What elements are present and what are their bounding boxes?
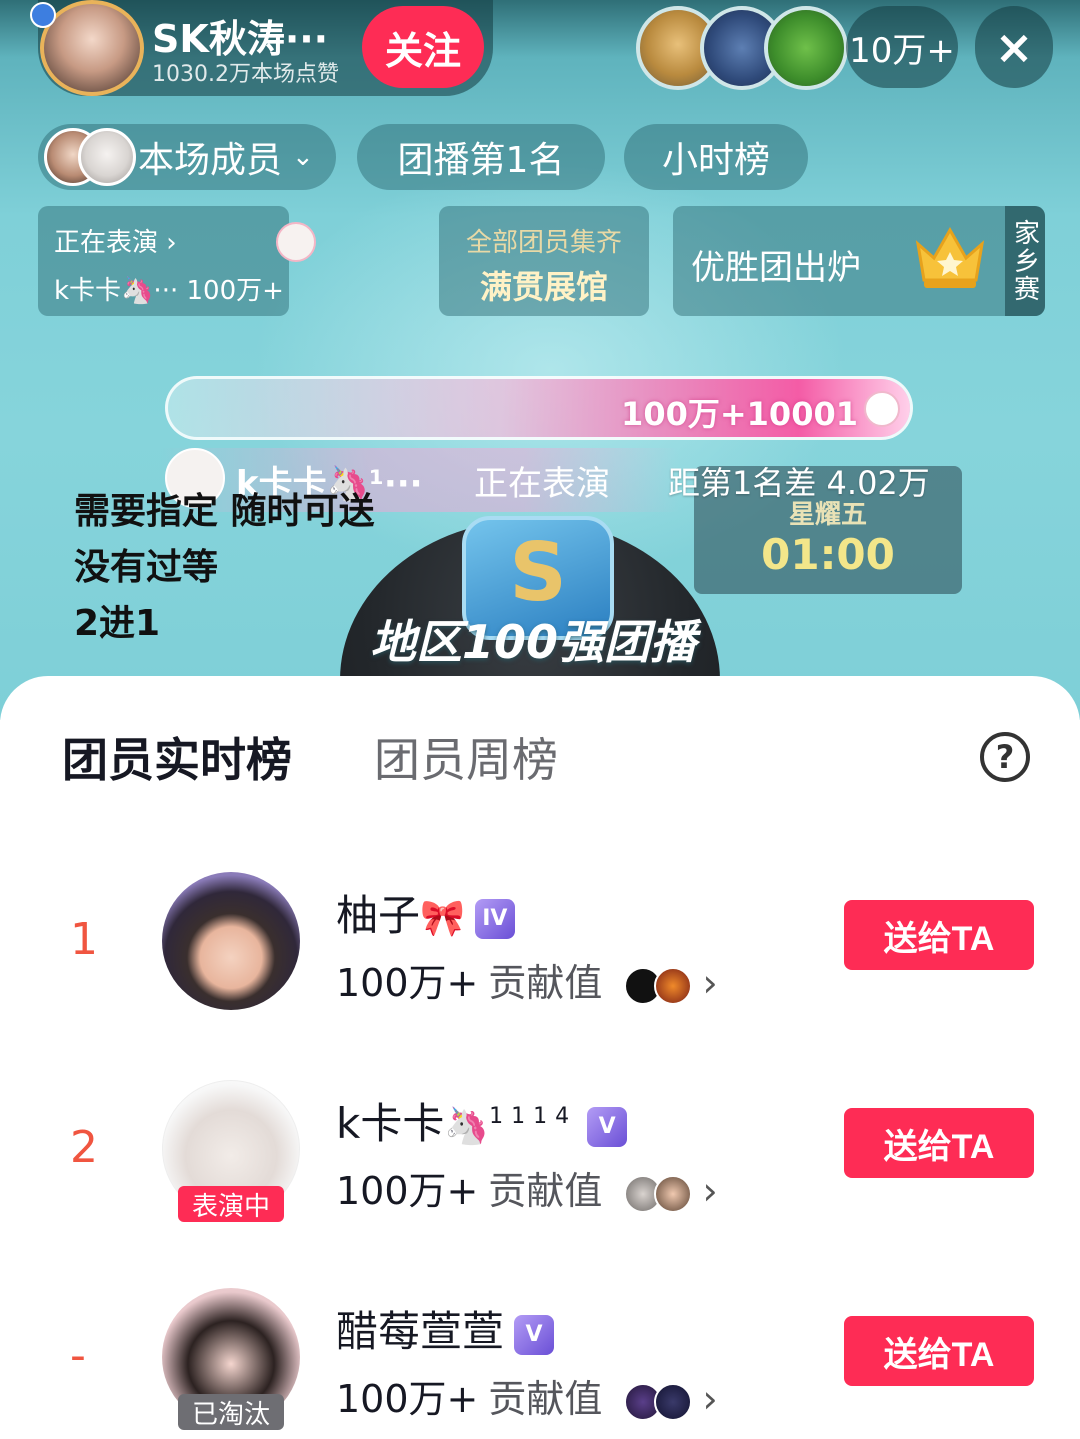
grand-slam-hall-card[interactable]: 全部团员集齐 满贯展馆 <box>439 206 649 316</box>
rank-number: - <box>70 1330 86 1381</box>
hourly-rank-pill[interactable]: 小时榜 <box>624 124 808 190</box>
follow-button[interactable]: 关注 <box>362 6 484 88</box>
host-likes: 1030.2万本场点赞 <box>152 62 339 87</box>
help-icon[interactable]: ? <box>980 732 1030 782</box>
top100-banner: 地区100强团播 <box>370 615 697 669</box>
performing-tag: 表演中 <box>178 1186 284 1222</box>
eliminated-tag: 已淘汰 <box>178 1394 284 1430</box>
winner-group-card[interactable]: 优胜团出炉 <box>673 206 1045 316</box>
level-badge-icon: V <box>587 1106 628 1147</box>
strip-status: 正在表演 <box>474 464 610 504</box>
viewer-count-button[interactable]: 10万+ <box>846 6 958 88</box>
chevron-down-icon: ⌄ <box>292 142 314 172</box>
now-performing-name: k卡卡🦄··· 100万+ <box>54 276 284 306</box>
send-gift-button[interactable]: 送给TA <box>844 1108 1034 1178</box>
contribution-label: 贡献值 <box>488 961 603 1005</box>
name-superscript: 1114 <box>489 1104 578 1129</box>
rank-number: 2 <box>70 1122 98 1173</box>
group-rank-pill[interactable]: 团播第1名 <box>357 124 605 190</box>
member-name[interactable]: 柚子🎀 IV <box>336 882 515 943</box>
contribution-value: 100万+ <box>336 1377 479 1421</box>
host-badge-icon <box>30 2 56 28</box>
chevron-right-icon: › <box>702 961 718 1005</box>
kitty-icon <box>864 391 900 427</box>
rules-text: 需要指定 随时可送 没有过等 2进1 <box>74 484 375 652</box>
host-name: SK秋涛··· <box>152 17 329 61</box>
send-gift-button[interactable]: 送给TA <box>844 900 1034 970</box>
contribution[interactable]: 100万+ 贡献值 › <box>336 1160 718 1215</box>
list-item: 1 柚子🎀 IV 100万+ 贡献值 › 送给TA <box>0 872 1080 1032</box>
member-name[interactable]: k卡卡🦄1114 V <box>336 1090 628 1151</box>
contribution-value: 100万+ <box>336 961 479 1005</box>
progress-text: 100万+10001 <box>621 395 858 433</box>
member-name-text: 醋莓萱萱 <box>336 1307 505 1356</box>
member-name-text: 柚子 <box>336 891 421 940</box>
contribution-label: 贡献值 <box>488 1169 603 1213</box>
members-dropdown[interactable]: 本场成员 ⌄ <box>38 124 336 190</box>
close-icon[interactable]: × <box>975 6 1053 88</box>
hometown-contest-tag[interactable]: 家乡赛 <box>1005 206 1045 316</box>
contribution[interactable]: 100万+ 贡献值 › <box>336 952 718 1007</box>
hall-subtitle: 全部团员集齐 <box>465 228 622 258</box>
send-gift-button[interactable]: 送给TA <box>844 1316 1034 1386</box>
list-item: - 已淘汰 醋莓萱萱 V 100万+ 贡献值 › 送给TA <box>0 1288 1080 1439</box>
timer-value: 01:00 <box>761 530 895 579</box>
viewer-avatar[interactable] <box>764 6 848 90</box>
now-performing-title: 正在表演 › <box>54 228 177 258</box>
name-emoji: 🎀 <box>420 898 465 939</box>
hall-title: 满贯展馆 <box>479 268 608 306</box>
supporter-avatar <box>654 1382 693 1421</box>
timer-day: 星耀五 <box>788 500 867 530</box>
score-progress-bar: 100万+10001 <box>165 376 913 440</box>
contribution[interactable]: 100万+ 贡献值 › <box>336 1368 718 1423</box>
member-name[interactable]: 醋莓萱萱 V <box>336 1298 555 1359</box>
now-performing-card[interactable]: 正在表演 › k卡卡🦄··· 100万+ <box>38 206 316 316</box>
member-name-text: k卡卡 <box>336 1099 445 1148</box>
members-label: 本场成员 <box>138 140 283 181</box>
rule-line: 2进1 <box>74 603 161 644</box>
performer-avatar <box>276 222 316 262</box>
winner-title: 优胜团出炉 <box>691 248 861 288</box>
crown-icon <box>915 226 985 288</box>
contribution-label: 贡献值 <box>488 1377 603 1421</box>
rule-line: 需要指定 随时可送 <box>74 491 375 532</box>
member-avatar[interactable] <box>162 872 300 1010</box>
level-badge-icon: IV <box>474 898 515 939</box>
rule-line: 没有过等 <box>74 547 219 588</box>
chevron-right-icon: › <box>702 1377 718 1421</box>
list-item: 2 表演中 k卡卡🦄1114 V 100万+ 贡献值 › 送给TA <box>0 1080 1080 1240</box>
contribution-value: 100万+ <box>336 1169 479 1213</box>
level-badge-icon: V <box>514 1314 555 1355</box>
tab-weekly-ranking[interactable]: 团员周榜 <box>374 724 558 790</box>
supporter-avatar <box>654 966 693 1005</box>
supporter-avatar <box>654 1174 693 1213</box>
name-emoji: 🦄 <box>444 1106 490 1147</box>
tab-realtime-ranking[interactable]: 团员实时榜 <box>62 724 292 790</box>
chevron-right-icon: › <box>702 1169 718 1213</box>
member-avatar <box>78 128 136 186</box>
rank-number: 1 <box>70 914 98 965</box>
